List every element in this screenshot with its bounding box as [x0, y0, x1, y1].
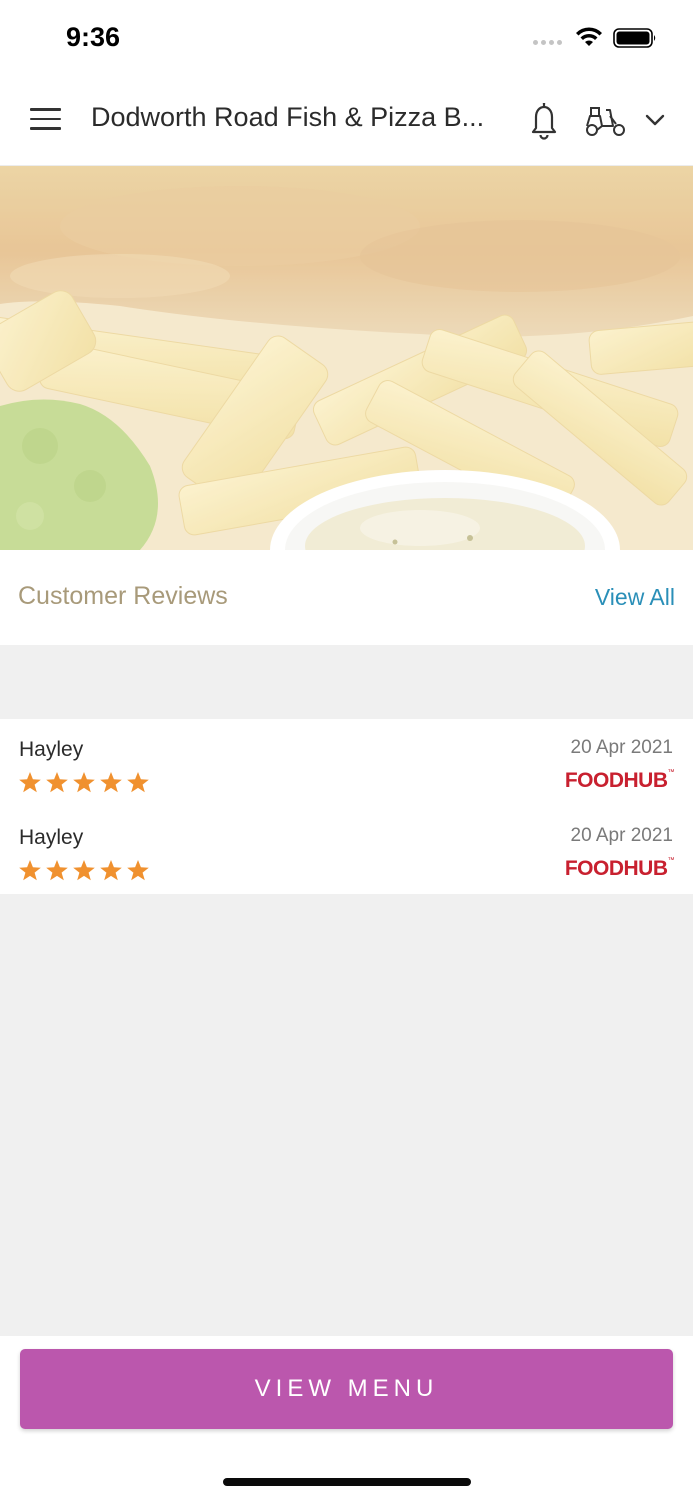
scooter-icon[interactable] [583, 104, 627, 138]
menu-icon[interactable] [30, 108, 61, 132]
star-icon [73, 860, 95, 881]
status-time: 9:36 [66, 22, 121, 52]
star-icon [100, 860, 122, 881]
reviews-title: Customer Reviews [18, 582, 228, 610]
signal-dots-icon [533, 40, 562, 45]
review-date: 20 Apr 2021 [570, 737, 673, 758]
app-header: Dodworth Road Fish & Pizza B... [0, 74, 693, 166]
reviewer-name: Hayley [19, 826, 84, 849]
source-label: FOODHUB [564, 857, 668, 880]
bottom-bar: VIEW MENU [0, 1336, 693, 1500]
star-icon [73, 772, 95, 793]
store-title: Dodworth Road Fish & Pizza B... [91, 102, 485, 132]
wifi-icon [576, 27, 602, 46]
star-icon [127, 860, 149, 881]
hero-image [0, 166, 693, 550]
home-indicator[interactable] [223, 1478, 471, 1486]
reviewer-name: Hayley [19, 738, 84, 761]
section-spacer [0, 645, 693, 719]
fish-and-chips-image [0, 166, 693, 550]
status-bar: 9:36 [0, 0, 693, 74]
star-icon [46, 772, 68, 793]
reviews-section-header: Customer Reviews View All [0, 550, 693, 645]
chevron-down-icon[interactable] [644, 112, 666, 128]
star-icon [19, 772, 41, 793]
review-list: Hayley 20 Apr 2021 FOODHUB™ Hayley 20 Ap… [0, 719, 693, 894]
list-item[interactable]: Hayley 20 Apr 2021 FOODHUB™ [0, 807, 693, 895]
foodhub-logo: FOODHUB™ [564, 769, 675, 792]
review-date: 20 Apr 2021 [570, 825, 673, 846]
star-rating [18, 859, 150, 882]
star-icon [46, 860, 68, 881]
battery-icon [613, 28, 656, 48]
view-menu-button[interactable]: VIEW MENU [20, 1349, 673, 1429]
foodhub-logo: FOODHUB™ [564, 857, 675, 880]
star-icon [127, 772, 149, 793]
list-item[interactable]: Hayley 20 Apr 2021 FOODHUB™ [0, 719, 693, 807]
star-rating [18, 771, 150, 794]
view-all-link[interactable]: View All [595, 584, 675, 611]
bell-icon[interactable] [527, 100, 561, 140]
star-icon [19, 860, 41, 881]
star-icon [100, 772, 122, 793]
source-label: FOODHUB [564, 769, 668, 792]
